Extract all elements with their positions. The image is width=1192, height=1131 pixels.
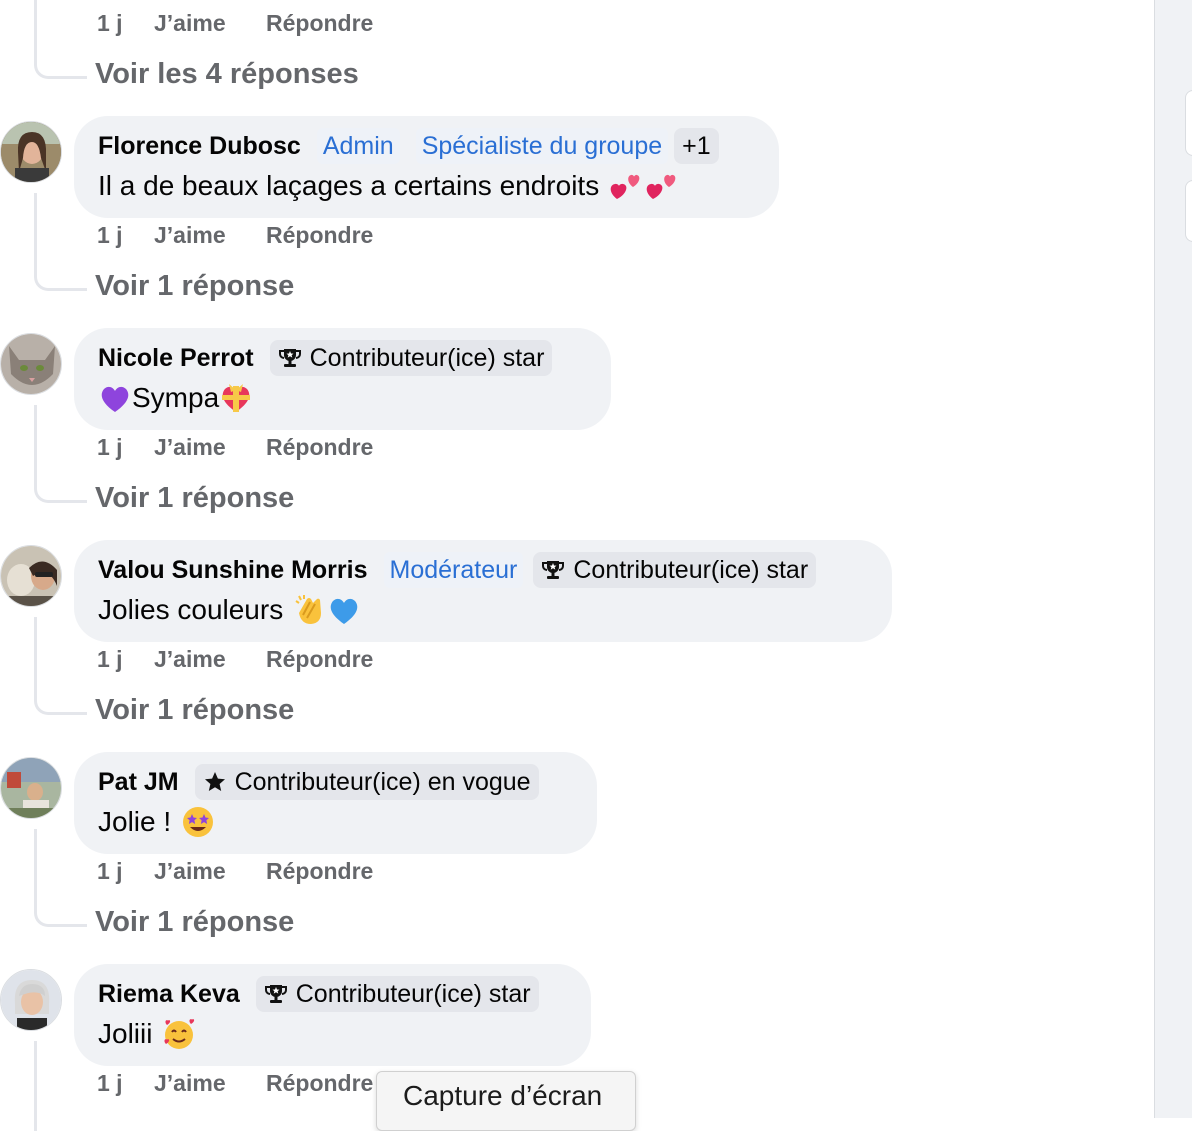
reply-link[interactable]: Répondre (266, 222, 373, 249)
reply-link[interactable]: Répondre (266, 858, 373, 885)
avatar[interactable] (0, 545, 62, 607)
panel-edge-card (1185, 90, 1192, 156)
badge-label: Contributeur(ice) star (573, 556, 809, 584)
comment-time[interactable]: 1 j (97, 222, 154, 249)
avatar[interactable] (0, 121, 62, 183)
reply-link[interactable]: Répondre (266, 646, 373, 673)
two-hearts-icon (643, 169, 679, 203)
comment-body: Joliii (98, 1018, 153, 1049)
more-badges-count[interactable]: +1 (674, 128, 719, 164)
avatar[interactable] (0, 969, 62, 1031)
thread-connector (34, 0, 87, 79)
comment-author[interactable]: Florence Dubosc (98, 132, 301, 161)
heart-with-ribbon-icon (219, 382, 253, 414)
top-contributor-badge[interactable]: Contributeur(ice) star (255, 976, 539, 1012)
moderator-badge[interactable]: Modérateur (383, 552, 524, 588)
comment-text: Sympa (98, 378, 587, 418)
clapping-hands-icon (293, 593, 327, 627)
thread-connector (34, 193, 87, 291)
comment-body: Jolies couleurs (98, 594, 284, 625)
view-replies-link[interactable]: Voir 1 réponse (95, 906, 294, 939)
comment-bubble: Valou Sunshine Morris Modérateur Contrib… (74, 540, 892, 642)
reply-link[interactable]: Répondre (266, 10, 373, 37)
comment-text: Jolie ! (98, 802, 573, 842)
smiling-face-with-hearts-icon (162, 1017, 196, 1051)
comment-actions: 1 j J’aime Répondre (97, 434, 373, 461)
comment-time[interactable]: 1 j (97, 1070, 154, 1097)
comment-actions: 1 j J’aime Répondre (97, 858, 373, 885)
comment-time[interactable]: 1 j (97, 646, 154, 673)
blue-heart-icon (327, 594, 361, 626)
comment-text: Joliii (98, 1014, 567, 1054)
purple-heart-icon (98, 382, 132, 414)
thread-connector (34, 617, 87, 715)
view-replies-link[interactable]: Voir les 4 réponses (95, 58, 359, 91)
view-replies-link[interactable]: Voir 1 réponse (95, 270, 294, 303)
rising-contributor-badge[interactable]: Contributeur(ice) en vogue (194, 764, 539, 800)
like-link[interactable]: J’aime (154, 10, 266, 37)
view-replies-link[interactable]: Voir 1 réponse (95, 482, 294, 515)
trophy-icon (541, 558, 565, 582)
badge-label: Contributeur(ice) star (295, 980, 531, 1008)
comment-actions: 1 j J’aime Répondre (97, 222, 373, 249)
two-hearts-icon (607, 169, 643, 203)
comment-body: Jolie ! (98, 806, 172, 837)
like-link[interactable]: J’aime (154, 222, 266, 249)
comment-bubble: Florence Dubosc Admin Spécialiste du gro… (74, 116, 779, 218)
right-side-panel (1154, 0, 1192, 1118)
comment-author[interactable]: Nicole Perrot (98, 344, 254, 373)
view-replies-link[interactable]: Voir 1 réponse (95, 694, 294, 727)
comment-text: Jolies couleurs (98, 590, 868, 630)
avatar[interactable] (0, 333, 62, 395)
like-link[interactable]: J’aime (154, 646, 266, 673)
reply-link[interactable]: Répondre (266, 434, 373, 461)
reply-link[interactable]: Répondre (266, 1070, 373, 1097)
comment-time[interactable]: 1 j (97, 434, 154, 461)
screenshot-tooltip: Capture d’écran (376, 1071, 636, 1131)
comment-author[interactable]: Riema Keva (98, 980, 240, 1009)
comment-time[interactable]: 1 j (97, 858, 154, 885)
trophy-icon (264, 982, 288, 1006)
admin-badge[interactable]: Admin (316, 128, 400, 164)
top-contributor-badge[interactable]: Contributeur(ice) star (533, 552, 817, 588)
comment-actions: 1 j J’aime Répondre (97, 10, 373, 37)
comment-bubble: Pat JM Contributeur(ice) en vogue Jolie … (74, 752, 597, 854)
comment-bubble: Riema Keva Contributeur(ice) star Joliii (74, 964, 591, 1066)
comment-actions: 1 j J’aime Répondre (97, 1070, 373, 1097)
comment-time[interactable]: 1 j (97, 10, 154, 37)
top-contributor-badge[interactable]: Contributeur(ice) star (269, 340, 553, 376)
avatar[interactable] (0, 757, 62, 819)
star-icon (203, 770, 227, 794)
comment-author[interactable]: Pat JM (98, 768, 179, 797)
comment-body: Sympa (132, 382, 220, 413)
panel-edge-card (1185, 180, 1192, 242)
like-link[interactable]: J’aime (154, 434, 266, 461)
comment-text: Il a de beaux laçages a certains endroit… (98, 166, 755, 206)
trophy-icon (278, 346, 302, 370)
comment-bubble: Nicole Perrot Contributeur(ice) star Sym… (74, 328, 611, 430)
thread-connector (34, 829, 87, 927)
group-expert-badge[interactable]: Spécialiste du groupe (415, 128, 669, 164)
star-struck-face-icon (181, 805, 215, 839)
like-link[interactable]: J’aime (154, 858, 266, 885)
comment-actions: 1 j J’aime Répondre (97, 646, 373, 673)
like-link[interactable]: J’aime (154, 1070, 266, 1097)
badge-label: Contributeur(ice) en vogue (234, 768, 531, 796)
comment-body: Il a de beaux laçages a certains endroit… (98, 170, 600, 201)
thread-connector (34, 405, 87, 503)
badge-label: Contributeur(ice) star (309, 344, 545, 372)
comment-author[interactable]: Valou Sunshine Morris (98, 556, 368, 585)
